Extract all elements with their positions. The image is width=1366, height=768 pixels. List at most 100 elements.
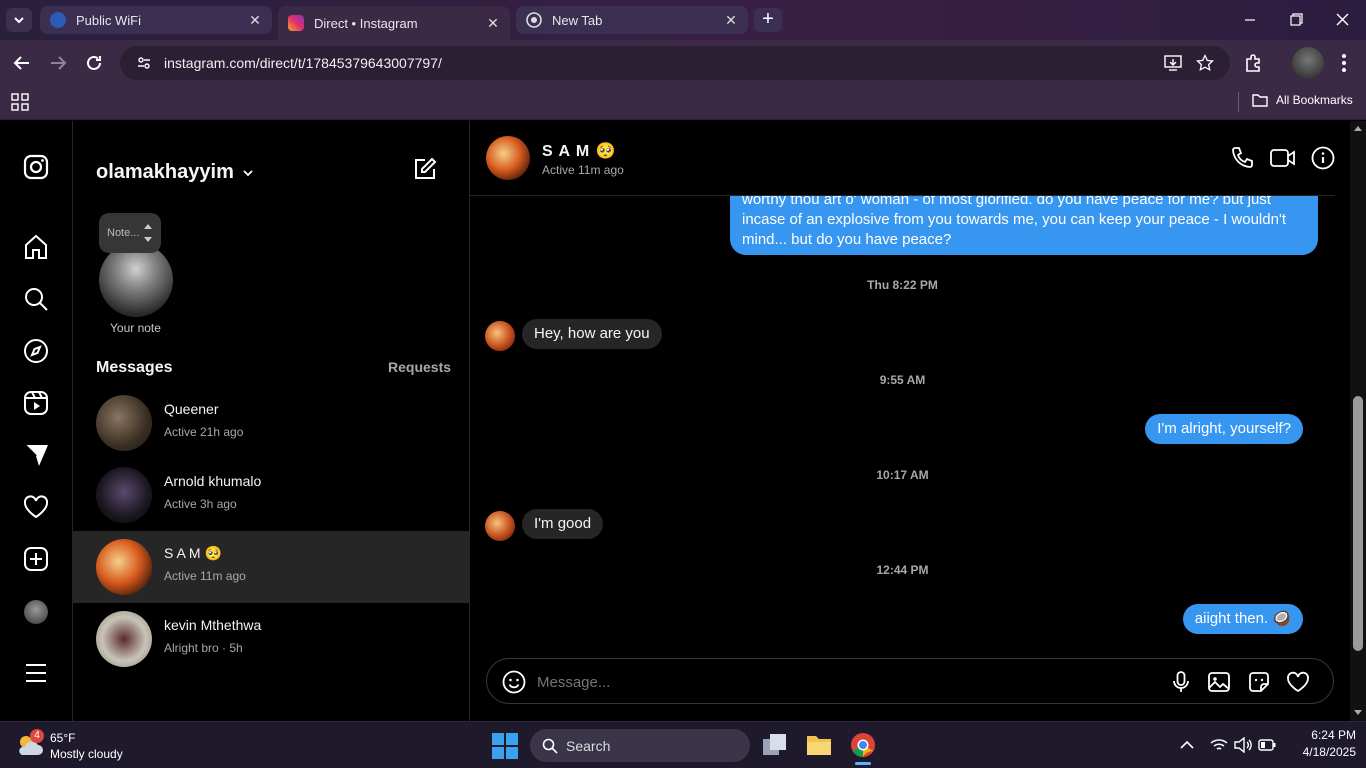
search-icon: [542, 738, 558, 754]
minimize-window-button[interactable]: [1236, 12, 1264, 28]
message-bubble-outgoing[interactable]: I'm alright, yourself?: [1145, 414, 1303, 444]
new-tab-button[interactable]: +: [754, 8, 782, 32]
contact-name[interactable]: S A M 🥺: [542, 141, 617, 161]
message-text: Hey, how are you: [534, 325, 650, 342]
instagram-logo-icon[interactable]: [22, 153, 50, 181]
reload-icon[interactable]: [84, 53, 104, 73]
browser-tab-bar: Public WiFi ✕ Direct • Instagram ✕ New T…: [0, 0, 1366, 40]
scroll-down-arrow-icon[interactable]: [1354, 708, 1362, 716]
avatar: [96, 539, 152, 595]
conversation-info-icon[interactable]: [1311, 146, 1335, 170]
message-text: I'm alright, yourself?: [1157, 420, 1291, 437]
clock[interactable]: 6:24 PM 4/18/2025: [1296, 728, 1356, 759]
note-placeholder: Note...: [107, 227, 140, 239]
conversation-status: Active 21h ago: [164, 425, 244, 439]
file-explorer-icon[interactable]: [806, 733, 832, 757]
message-input[interactable]: [537, 671, 1097, 693]
sticker-icon[interactable]: [1247, 670, 1271, 694]
conversation-item[interactable]: kevin Mthethwa Alright bro · 5h: [73, 603, 469, 675]
restore-icon: [1290, 13, 1303, 26]
video-call-icon[interactable]: [1270, 147, 1296, 169]
chrome-icon: [851, 733, 875, 757]
tab-instagram[interactable]: Direct • Instagram ✕: [278, 6, 510, 40]
taskbar-search-box[interactable]: Search: [530, 729, 750, 762]
add-photo-icon[interactable]: [1207, 670, 1231, 694]
restore-window-button[interactable]: [1282, 12, 1310, 28]
tab-new-tab[interactable]: New Tab ✕: [516, 6, 748, 34]
address-bar[interactable]: instagram.com/direct/t/17845379643007797…: [120, 46, 1230, 80]
close-tab-icon[interactable]: ✕: [486, 16, 500, 30]
requests-link[interactable]: Requests: [388, 359, 451, 375]
conversation-status: Alright bro · 5h: [164, 641, 243, 655]
like-heart-icon[interactable]: [1286, 670, 1310, 694]
direct-messages-icon[interactable]: [22, 441, 50, 469]
wifi-icon[interactable]: [1210, 738, 1228, 752]
page-scrollbar[interactable]: [1350, 121, 1366, 721]
search-icon[interactable]: [22, 285, 50, 313]
chat-panel: S A M 🥺 Active 11m ago worthy thou art o…: [470, 121, 1350, 721]
message-bubble-incoming[interactable]: Hey, how are you: [522, 319, 662, 349]
all-bookmarks-label: All Bookmarks: [1276, 93, 1353, 107]
tab-public-wifi[interactable]: Public WiFi ✕: [40, 6, 272, 34]
explore-compass-icon[interactable]: [22, 337, 50, 365]
browser-menu-kebab-icon[interactable]: [1340, 53, 1348, 73]
chevron-down-icon: [243, 169, 253, 176]
avatar: [96, 467, 152, 523]
messages-heading: Messages: [96, 359, 173, 376]
battery-icon[interactable]: [1258, 739, 1276, 751]
message-bubble-outgoing[interactable]: aiight then. 🥥: [1182, 604, 1303, 634]
home-icon[interactable]: [22, 233, 50, 261]
clock-date: 4/18/2025: [1302, 745, 1356, 759]
active-app-indicator: [855, 762, 871, 765]
forward-arrow-icon[interactable]: [48, 53, 68, 73]
show-hidden-icons-chevron-icon[interactable]: [1180, 740, 1194, 750]
account-switcher[interactable]: olamakhayyim: [96, 161, 254, 184]
more-menu-icon[interactable]: [22, 659, 50, 687]
wifi-portal-favicon-icon: [50, 12, 66, 28]
message-bubble-incoming[interactable]: I'm good: [522, 509, 604, 539]
notifications-heart-icon[interactable]: [22, 493, 50, 521]
site-settings-icon[interactable]: [136, 55, 152, 71]
new-message-icon[interactable]: [413, 157, 437, 181]
weather-widget[interactable]: 4 65°F Mostly cloudy: [16, 729, 136, 763]
tab-search-button[interactable]: [6, 8, 32, 32]
contact-avatar[interactable]: [486, 136, 530, 180]
conversation-status: Active 3h ago: [164, 497, 237, 511]
back-arrow-icon[interactable]: [12, 53, 32, 73]
conversation-item[interactable]: Arnold khumalo Active 3h ago: [73, 459, 469, 531]
tab-title: New Tab: [552, 12, 603, 28]
close-tab-icon[interactable]: ✕: [724, 13, 738, 27]
sender-avatar[interactable]: [485, 511, 515, 541]
create-plus-icon[interactable]: [22, 545, 50, 573]
all-bookmarks-button[interactable]: All Bookmarks: [1252, 93, 1353, 107]
conversation-item[interactable]: Queener Active 21h ago: [73, 387, 469, 459]
instagram-favicon-icon: [288, 15, 304, 31]
volume-icon[interactable]: [1234, 737, 1252, 753]
install-app-icon[interactable]: [1164, 55, 1182, 71]
scrollbar-thumb[interactable]: [1353, 396, 1363, 651]
task-view-icon[interactable]: [762, 733, 788, 757]
chrome-taskbar-button[interactable]: [846, 727, 880, 765]
sender-avatar[interactable]: [485, 321, 515, 351]
conversation-item-selected[interactable]: S A M 🥺 Active 11m ago: [73, 531, 469, 603]
scroll-up-arrow-icon[interactable]: [1354, 125, 1362, 133]
close-window-button[interactable]: [1328, 12, 1356, 28]
profile-avatar[interactable]: [24, 600, 48, 624]
chat-header: S A M 🥺 Active 11m ago: [470, 121, 1335, 196]
profile-avatar[interactable]: [1292, 47, 1324, 79]
apps-grid-icon[interactable]: [11, 93, 29, 111]
note-bubble[interactable]: Note...: [99, 213, 161, 253]
bookmark-star-icon[interactable]: [1196, 54, 1214, 72]
voice-message-mic-icon[interactable]: [1169, 670, 1193, 694]
phone-call-icon[interactable]: [1230, 146, 1254, 170]
reels-icon[interactable]: [22, 389, 50, 417]
windows-start-icon[interactable]: [492, 733, 518, 759]
message-bubble-outgoing[interactable]: worthy thou art o' woman - of most glori…: [730, 196, 1318, 255]
close-icon: [1336, 13, 1349, 26]
close-tab-icon[interactable]: ✕: [248, 13, 262, 27]
conversation-name: kevin Mthethwa: [164, 617, 262, 633]
extensions-puzzle-icon[interactable]: [1244, 53, 1264, 73]
note-avatar[interactable]: [99, 243, 173, 317]
emoji-icon[interactable]: [502, 670, 526, 694]
url-text[interactable]: instagram.com/direct/t/17845379643007797…: [164, 55, 442, 71]
